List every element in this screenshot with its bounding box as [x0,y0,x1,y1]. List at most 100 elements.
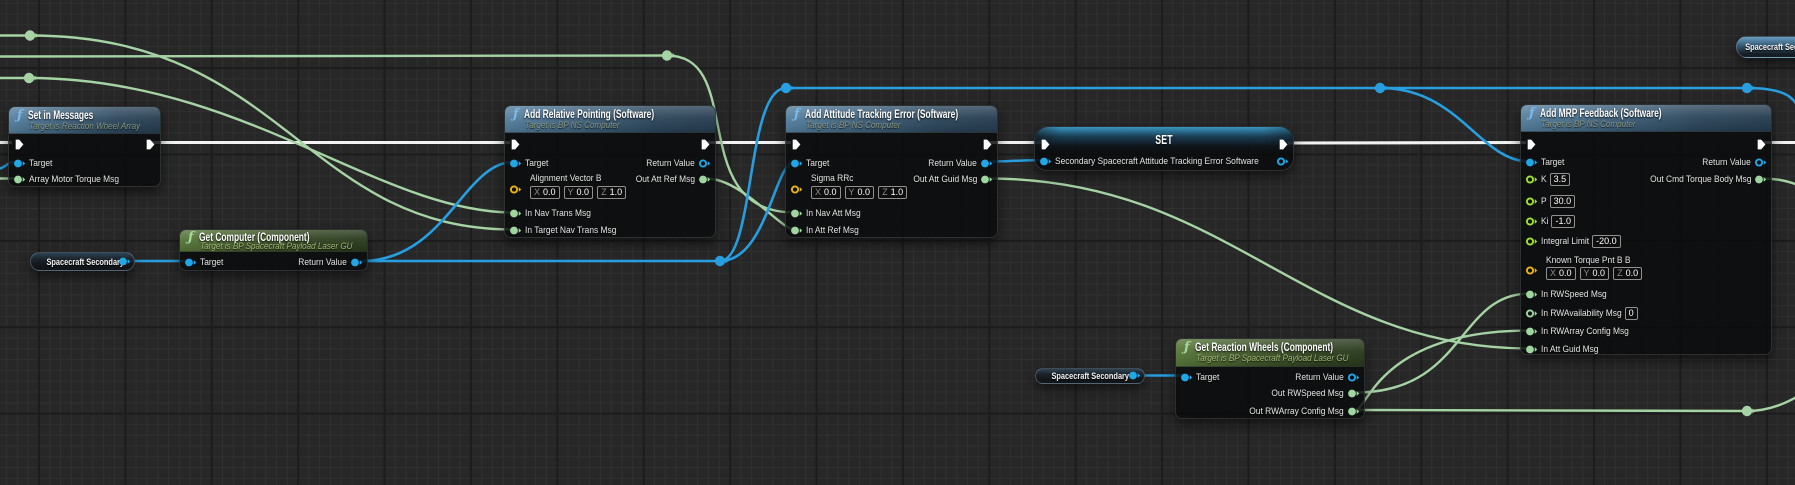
pin-in-nav-trans-msg[interactable]: In Nav Trans Msg [509,206,591,222]
exec-pin-icon[interactable] [1041,139,1050,150]
exec-pin-icon[interactable] [1279,139,1288,150]
vector-input-z[interactable]: Z1.0 [597,186,626,199]
pin-out[interactable] [1276,153,1289,169]
exec-pin-icon[interactable] [792,139,801,150]
exec-pin[interactable] [15,136,24,152]
pin-in-att-guid-msg[interactable]: In Att Guid Msg [1525,342,1598,358]
vector-pin[interactable] [1525,265,1538,276]
obj-pin-icon[interactable] [1525,157,1538,168]
pin-return-value[interactable]: Return Value [1696,155,1767,171]
obj-wire[interactable] [720,88,786,261]
obj-pin-icon[interactable] [118,256,131,267]
vector-pin[interactable] [790,184,803,195]
msg-pin-icon[interactable] [1525,344,1538,355]
pin-array-motor-torque-msg[interactable]: Array Motor Torque Msg [13,172,119,188]
exec-pin-icon[interactable] [15,139,24,150]
obj-pin-icon[interactable] [1276,156,1289,167]
reroute-node[interactable] [781,83,795,93]
exec-pin-icon[interactable] [1279,139,1288,150]
value-input[interactable]: 3.5 [1550,173,1571,186]
exec-pin[interactable] [511,136,520,152]
node-set-secondary-attitude-tracking-error[interactable]: SETSecondary Spacecraft Attitude Trackin… [1034,126,1294,171]
exec-pin-icon[interactable] [1527,139,1536,150]
exec-pin-icon[interactable] [792,139,801,150]
float-pin-icon[interactable] [1525,174,1538,185]
node-header[interactable]: ƒAdd Relative Pointing (Software)Target … [505,106,715,133]
reroute-node[interactable] [25,30,39,40]
reroute-node[interactable] [1375,83,1389,93]
node-header[interactable]: ƒGet Computer (Component)Target is BP Sp… [180,230,367,252]
node-header[interactable]: ƒAdd Attitude Tracking Error (Software)T… [786,106,997,133]
msg-wire[interactable] [1356,410,1748,411]
reroute-node[interactable] [24,73,38,83]
float-pin-icon[interactable] [1525,216,1538,227]
exec-pin-icon[interactable] [146,139,155,150]
obj-pin-icon[interactable] [509,158,522,169]
obj-pin-icon[interactable] [980,158,993,169]
obj-pin-icon[interactable] [350,257,363,268]
vec-pin-icon[interactable] [1525,265,1538,276]
obj-pin-icon[interactable] [184,257,197,268]
msg-pin-icon[interactable] [1347,406,1360,417]
vec-pin-icon[interactable] [509,184,522,195]
msg-pin-icon[interactable] [1525,344,1538,355]
obj-pin-icon[interactable] [698,158,711,169]
value-input[interactable]: -1.0 [1551,215,1575,228]
exec-pin[interactable] [701,136,710,152]
pin-return-value[interactable]: Return Value [640,155,711,171]
node-header[interactable]: ƒSet in MessagesTarget is Reaction Wheel… [9,107,160,134]
pin-in-att-ref-msg[interactable]: In Att Ref Msg [790,223,859,239]
obj-pin-icon[interactable] [980,158,993,169]
msg-pin-icon[interactable] [790,225,803,236]
float-pin-icon[interactable] [1525,196,1538,207]
exec-pin-icon[interactable] [1041,139,1050,150]
node-set-in-messages[interactable]: ƒSet in MessagesTarget is Reaction Wheel… [8,106,161,187]
msg-pin-icon[interactable] [1754,174,1767,185]
exec-pin-icon[interactable] [1757,139,1766,150]
node-add-attitude-tracking-error[interactable]: ƒAdd Attitude Tracking Error (Software)T… [785,105,998,238]
pin-target[interactable]: Target [1180,369,1219,385]
exec-pin-icon[interactable] [511,139,520,150]
vec-pin-icon[interactable] [790,184,803,195]
exec-pin[interactable] [146,136,155,152]
node-spacecraft-secondary-2[interactable]: Spacecraft Secondary [1035,368,1145,385]
vector-input-z[interactable]: Z0.0 [1613,267,1642,280]
node-get-computer[interactable]: ƒGet Computer (Component)Target is BP Sp… [179,229,368,271]
reroute-node[interactable] [1742,83,1756,93]
msg-pin-icon[interactable] [790,208,803,219]
obj-pin-icon[interactable] [1276,156,1289,167]
obj-pin-icon[interactable] [13,158,26,169]
msg-pin-icon[interactable] [980,174,993,185]
msg-pin-icon[interactable] [1525,326,1538,337]
float-pin-icon[interactable] [1525,196,1538,207]
exec-pin-icon[interactable] [511,139,520,150]
exec-pin[interactable] [1757,136,1766,152]
msg-pin-icon[interactable] [1525,308,1538,319]
obj-pin-icon[interactable] [1039,156,1052,167]
node-get-reaction-wheels[interactable]: ƒGet Reaction Wheels (Component)Target i… [1175,338,1365,419]
exec-pin-icon[interactable] [1527,139,1536,150]
exec-pin[interactable] [983,136,992,152]
obj-pin-icon[interactable] [698,158,711,169]
pin-return-value[interactable]: Return Value [922,155,993,171]
obj-pin-icon[interactable] [1754,157,1767,168]
obj-pin-icon[interactable] [1754,157,1767,168]
exec-pin-icon[interactable] [146,139,155,150]
msg-pin-icon[interactable] [980,174,993,185]
pin-target[interactable]: Target [13,155,52,171]
float-pin-icon[interactable] [1525,216,1538,227]
msg-pin-icon[interactable] [1347,388,1360,399]
msg-pin-icon[interactable] [509,225,522,236]
msg-pin-icon[interactable] [509,208,522,219]
exec-pin[interactable] [1279,137,1288,153]
pin-target[interactable]: Target [1525,155,1564,171]
pin-return-value[interactable]: Return Value [292,254,363,270]
obj-pin-icon[interactable] [1525,157,1538,168]
obj-pin-icon[interactable] [1347,372,1360,383]
obj-pin-icon[interactable] [1347,372,1360,383]
pin-k[interactable]: K3.5 [1525,172,1570,188]
node-add-relative-pointing[interactable]: ƒAdd Relative Pointing (Software)Target … [504,105,716,238]
exec-pin-icon[interactable] [983,139,992,150]
pin-return-value[interactable]: Return Value [1289,369,1360,385]
float-pin-icon[interactable] [1525,236,1538,247]
